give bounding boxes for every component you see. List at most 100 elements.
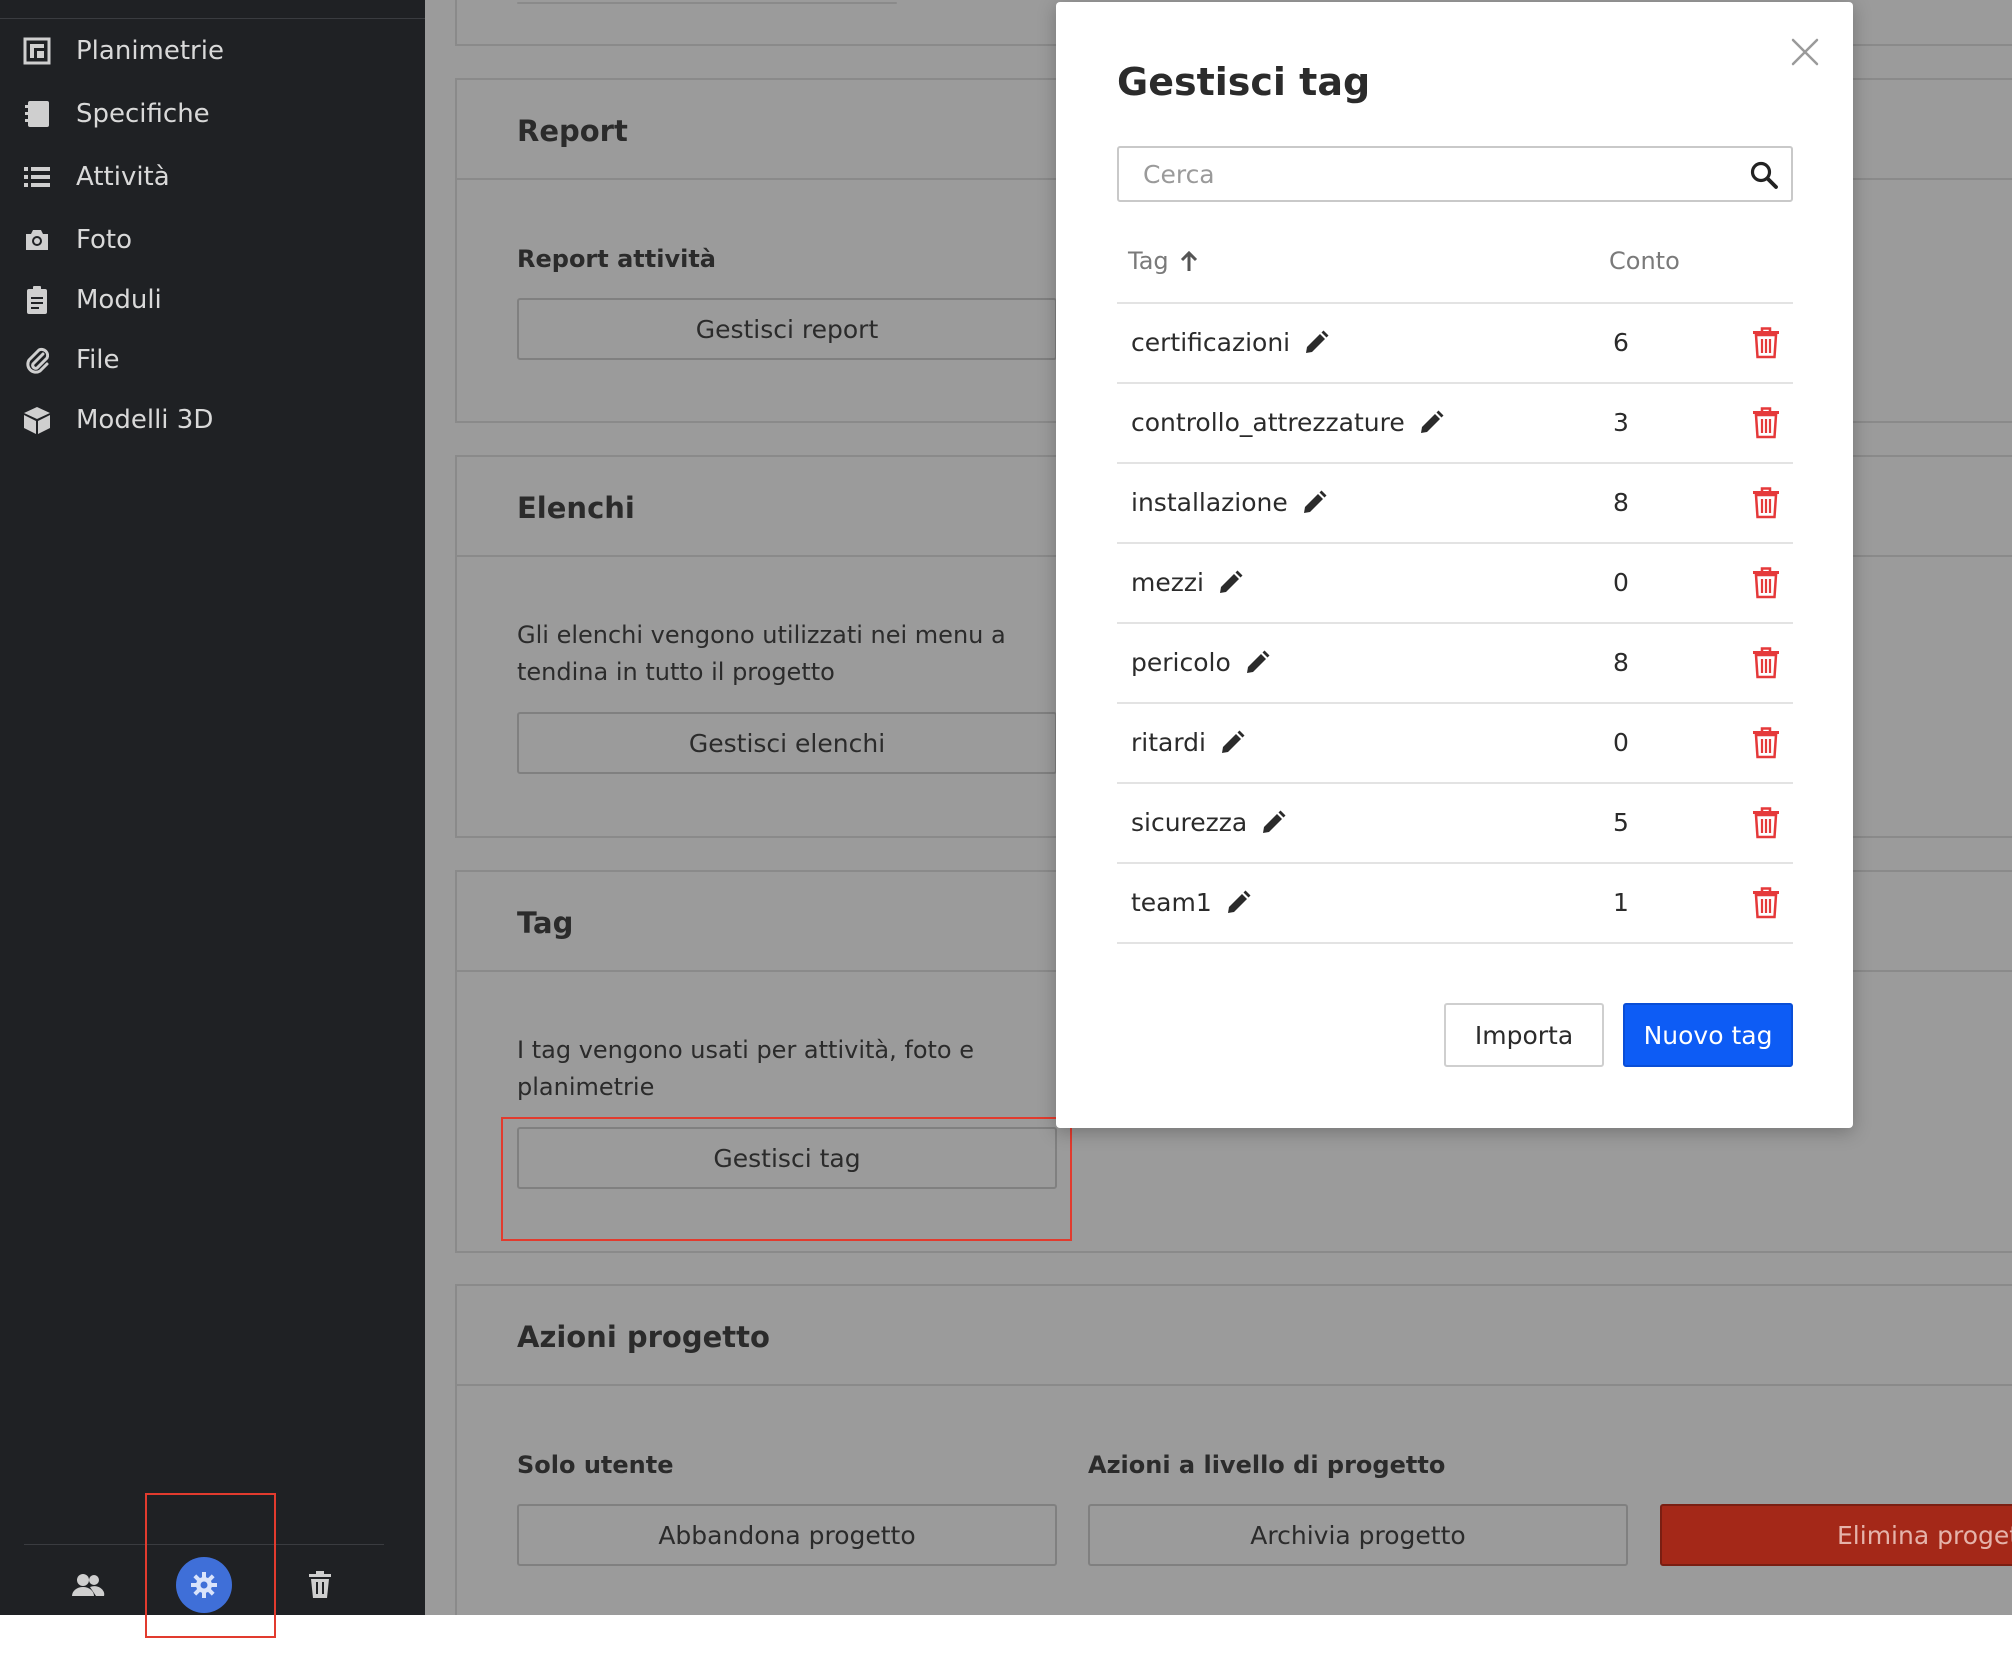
tag-count: 1 — [1613, 888, 1629, 917]
tag-name: team1 — [1131, 888, 1252, 917]
tags-description: I tag vengono usati per attività, foto e… — [517, 1036, 974, 1101]
trash-icon[interactable] — [292, 1557, 348, 1613]
tag-count: 0 — [1613, 728, 1629, 757]
project-actions-card: Azioni progetto Solo utente Azioni a liv… — [455, 1284, 2012, 1615]
tag-name-label: sicurezza — [1131, 808, 1248, 837]
table-row: team1 1 — [1117, 864, 1793, 944]
tag-name-label: team1 — [1131, 888, 1212, 917]
sidebar-item-attivita[interactable]: Attività — [0, 147, 425, 207]
archive-project-button[interactable]: Archivia progetto — [1088, 1504, 1628, 1566]
delete-icon[interactable] — [1751, 807, 1781, 839]
delete-icon[interactable] — [1751, 567, 1781, 599]
card-title: Elenchi — [517, 491, 635, 525]
tag-name-label: ritardi — [1131, 728, 1206, 757]
col-header-label: Tag — [1128, 247, 1169, 275]
tag-name-label: pericolo — [1131, 648, 1231, 677]
tag-name-label: installazione — [1131, 488, 1288, 517]
card-title: Tag — [517, 906, 574, 940]
sidebar-item-moduli[interactable]: Moduli — [0, 270, 425, 330]
list-icon — [22, 162, 52, 192]
tag-count: 8 — [1613, 488, 1629, 517]
tag-name-label: controllo_attrezzature — [1131, 408, 1405, 437]
tag-name: ritardi — [1131, 728, 1246, 757]
tag-count: 5 — [1613, 808, 1629, 837]
sidebar-item-label: Specifiche — [76, 99, 210, 129]
clipboard-icon — [22, 285, 52, 315]
tag-name: certificazioni — [1131, 328, 1330, 357]
project-level-label: Azioni a livello di progetto — [1088, 1451, 1446, 1479]
sidebar-divider — [0, 18, 425, 19]
cube-icon — [22, 405, 52, 435]
pencil-icon[interactable] — [1259, 809, 1287, 837]
app-window: Planimetrie Specifiche Attività Foto Mod… — [0, 0, 2012, 1638]
manage-reports-button[interactable]: Gestisci report — [517, 298, 1057, 360]
leave-project-button[interactable]: Abbandona progetto — [517, 1504, 1057, 1566]
delete-icon[interactable] — [1751, 887, 1781, 919]
search-field — [1117, 146, 1793, 202]
paperclip-icon — [22, 345, 52, 375]
table-row: sicurezza 5 — [1117, 784, 1793, 864]
highlight-settings-gear — [145, 1493, 276, 1638]
table-row: mezzi 0 — [1117, 544, 1793, 624]
sidebar-item-label: Planimetrie — [76, 36, 224, 66]
sort-ascending-icon — [1179, 250, 1199, 272]
floorplan-icon — [22, 36, 52, 66]
col-header-tag[interactable]: Tag — [1128, 247, 1199, 275]
modal-title: Gestisci tag — [1117, 60, 1371, 104]
tag-name: pericolo — [1131, 648, 1271, 677]
col-header-count[interactable]: Conto — [1609, 247, 1680, 275]
table-row: pericolo 8 — [1117, 624, 1793, 704]
sidebar-item-specifiche[interactable]: Specifiche — [0, 84, 425, 144]
sidebar: Planimetrie Specifiche Attività Foto Mod… — [0, 0, 425, 1615]
delete-icon[interactable] — [1751, 727, 1781, 759]
row-divider — [1117, 942, 1793, 944]
table-row: certificazioni 6 — [1117, 304, 1793, 384]
tag-name: installazione — [1131, 488, 1328, 517]
search-input[interactable] — [1119, 148, 1719, 200]
pencil-icon[interactable] — [1243, 649, 1271, 677]
sidebar-item-label: Attività — [76, 162, 170, 192]
tag-count: 3 — [1613, 408, 1629, 437]
delete-icon[interactable] — [1751, 407, 1781, 439]
camera-icon — [22, 225, 52, 255]
pencil-icon[interactable] — [1302, 329, 1330, 357]
manage-tags-modal: Gestisci tag Tag Conto certificazioni 6 co… — [1056, 2, 1853, 1128]
sidebar-item-label: File — [76, 345, 120, 375]
sidebar-item-file[interactable]: File — [0, 330, 425, 390]
card-title: Azioni progetto — [517, 1320, 770, 1354]
pencil-icon[interactable] — [1218, 729, 1246, 757]
tag-name: mezzi — [1131, 568, 1244, 597]
pencil-icon[interactable] — [1224, 889, 1252, 917]
table-row: installazione 8 — [1117, 464, 1793, 544]
tag-name: controllo_attrezzature — [1131, 408, 1445, 437]
users-icon[interactable] — [60, 1557, 116, 1613]
table-row: ritardi 0 — [1117, 704, 1793, 784]
pencil-icon[interactable] — [1216, 569, 1244, 597]
delete-icon[interactable] — [1751, 327, 1781, 359]
delete-project-button[interactable]: Elimina progetto — [1660, 1504, 2012, 1566]
sidebar-item-modelli-3d[interactable]: Modelli 3D — [0, 390, 425, 450]
table-row: controllo_attrezzature 3 — [1117, 384, 1793, 464]
sidebar-item-planimetrie[interactable]: Planimetrie — [0, 21, 425, 81]
search-icon[interactable] — [1749, 160, 1779, 190]
sidebar-item-label: Foto — [76, 225, 133, 255]
tag-count: 8 — [1613, 648, 1629, 677]
new-tag-button[interactable]: Nuovo tag — [1623, 1003, 1793, 1067]
report-subtitle: Report attività — [517, 245, 716, 273]
import-button[interactable]: Importa — [1444, 1003, 1604, 1067]
sidebar-item-label: Moduli — [76, 285, 162, 315]
tag-name-label: certificazioni — [1131, 328, 1291, 357]
card-title: Report — [517, 114, 628, 148]
delete-icon[interactable] — [1751, 647, 1781, 679]
manage-lists-button[interactable]: Gestisci elenchi — [517, 712, 1057, 774]
pencil-icon[interactable] — [1417, 409, 1445, 437]
tag-count: 0 — [1613, 568, 1629, 597]
user-only-label: Solo utente — [517, 1451, 674, 1479]
delete-icon[interactable] — [1751, 487, 1781, 519]
tag-name: sicurezza — [1131, 808, 1287, 837]
lists-description: Gli elenchi vengono utilizzati nei menu … — [517, 621, 1006, 686]
close-icon[interactable] — [1789, 36, 1821, 68]
notebook-icon — [22, 99, 52, 129]
sidebar-item-foto[interactable]: Foto — [0, 210, 425, 270]
pencil-icon[interactable] — [1300, 489, 1328, 517]
